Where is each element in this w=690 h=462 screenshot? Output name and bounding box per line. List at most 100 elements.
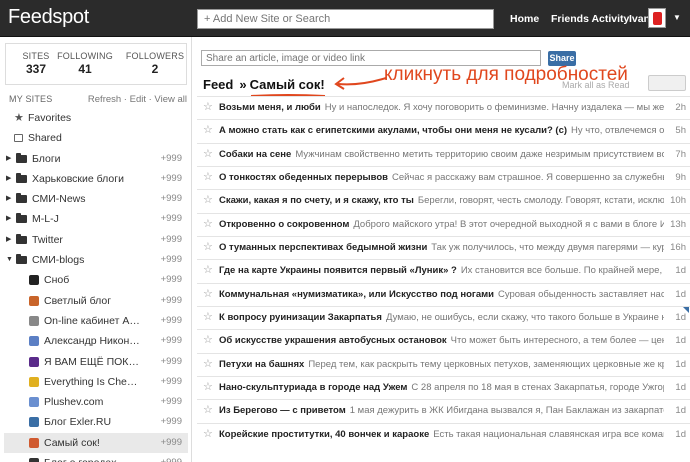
feed-item-title[interactable]: Коммунальная «нумизматика», или Искусств… [219,289,494,300]
favorite-star-icon[interactable]: ☆ [203,358,213,370]
feed-item-text[interactable]: Петухи на башнях Перед тем, как раскрыть … [219,359,664,371]
feed-settings-gear-icon[interactable] [648,75,686,91]
feed-item-text[interactable]: Из Берегово — с приветом 1 мая дежурить в… [219,405,664,417]
feed-item-title[interactable]: А можно стать как с египетскими акулами,… [219,125,567,136]
favorite-star-icon[interactable]: ☆ [203,288,213,300]
favorite-star-icon[interactable]: ☆ [203,382,213,393]
folder-collapsed-arrow-icon[interactable]: ▶ [6,189,11,209]
feed-item-text[interactable]: А можно стать как с египетскими акулами,… [219,125,664,137]
nav-friends-activity-link[interactable]: Friends Activity [551,13,629,25]
feed-item-row[interactable]: ☆ Об искусстве украшения автобусных остан… [197,329,690,352]
favorite-star-icon[interactable]: ☆ [203,405,213,416]
sidebar-item[interactable]: Plushev.com +999 [4,392,188,412]
favorite-star-icon[interactable]: ☆ [203,312,213,323]
nav-home-link[interactable]: Home [510,13,539,25]
my-sites-actions[interactable]: Refresh · Edit · View all [88,94,187,105]
feed-item-title[interactable]: О туманных перспективах бедымной жизни [219,242,427,253]
feed-item-title[interactable]: Где на карте Украины появится первый «Лу… [219,265,457,276]
folder-collapsed-arrow-icon[interactable]: ▶ [6,230,11,250]
favorite-star-icon[interactable]: ☆ [203,242,213,253]
feed-item-text[interactable]: Коммунальная «нумизматика», или Искусств… [219,289,664,301]
feed-item-row[interactable]: ☆ Возьми меня, и люби Ну и напоследок. Я х… [197,96,690,119]
feed-item-title[interactable]: К вопросу руинизации Закарпатья [219,312,382,323]
feed-item-row[interactable]: ☆ Коммунальная «нумизматика», или Искусст… [197,282,690,306]
stat-followers[interactable]: FOLLOWERS 2 [122,51,188,76]
favorite-star-icon[interactable]: ☆ [203,265,213,276]
sidebar-item[interactable]: Everything Is Chemical +999 [4,372,188,392]
favorite-star-icon[interactable]: ☆ [203,218,213,230]
folder-collapsed-arrow-icon[interactable]: ▶ [6,149,11,169]
feed-item-row[interactable]: ☆ Где на карте Украины появится первый «Л… [197,259,690,282]
feed-item-row[interactable]: ☆ О тонкостях обеденных перерывов Сейчас я… [197,166,690,189]
folder-collapsed-arrow-icon[interactable]: ▶ [6,169,11,189]
feed-item-text[interactable]: Собаки на сене Мужчинам свойственно метит… [219,149,664,161]
feed-item-title[interactable]: Об искусстве украшения автобусных остано… [219,335,447,346]
feed-item-title[interactable]: Собаки на сене [219,149,291,160]
feed-item-title[interactable]: Петухи на башнях [219,359,304,370]
folder-collapsed-arrow-icon[interactable]: ▶ [6,209,11,229]
feed-item-row[interactable]: ☆ К вопросу руинизации Закарпатья Думаю, н… [197,306,690,329]
nav-user-name[interactable]: Ivan [629,13,650,25]
sidebar-item-unread-count: +999 [160,213,182,225]
favorite-star-icon[interactable]: ☆ [203,195,213,206]
sidebar-item[interactable]: ▶ Харьковские блоги +999 [4,169,188,189]
sidebar-item[interactable]: Светлый блог +999 [4,291,188,311]
favorite-star-icon[interactable]: ☆ [203,335,213,346]
feedspot-logo[interactable]: Feedspot [8,6,89,29]
sidebar-item[interactable]: ▶ СМИ-News +999 [4,189,188,209]
feed-item-text[interactable]: Скажи, какая я по счету, и я скажу, кто … [219,195,664,207]
sidebar-item[interactable]: Самый сок! +999 [4,432,188,454]
feed-item-row[interactable]: ☆ А можно стать как с египетскими акулами… [197,119,690,142]
sidebar-item[interactable]: Блог Exler.RU +999 [4,412,188,432]
feed-item-text[interactable]: Возьми меня, и люби Ну и напоследок. Я хо… [219,102,664,114]
feed-item-text[interactable]: О туманных перспективах бедымной жизни Та… [219,242,664,254]
favorite-star-icon[interactable]: ☆ [203,102,213,113]
feed-item-title[interactable]: Скажи, какая я по счету, и я скажу, кто … [219,195,414,206]
feed-item-text[interactable]: К вопросу руинизации Закарпатья Думаю, не… [219,312,664,324]
add-site-search-input[interactable] [197,9,494,29]
feed-item-age: 5h [675,125,686,137]
feed-item-row[interactable]: ☆ О туманных перспективах бедымной жизни Т… [197,236,690,259]
sidebar-item[interactable]: ▶ Блоги +999 [4,149,188,169]
favorite-star-icon[interactable]: ☆ [203,172,213,183]
feed-item-title[interactable]: Откровенно о сокровенном [219,219,349,230]
user-avatar[interactable] [648,8,666,28]
feed-item-age: 1d [675,382,686,394]
sidebar-item[interactable]: On-line кабинет Але... +999 [4,311,188,331]
folder-expanded-arrow-icon[interactable]: ▼ [6,250,13,270]
feed-item-row[interactable]: ☆ Из Берегово — с приветом 1 мая дежурить … [197,399,690,422]
sidebar-item[interactable]: ▼ СМИ-blogs +999 [4,250,188,270]
favorite-star-icon[interactable]: ☆ [203,125,213,136]
feed-item-text[interactable]: Где на карте Украины появится первый «Лу… [219,265,664,277]
user-menu-caret-icon[interactable]: ▼ [673,13,681,22]
feed-item-text[interactable]: Корейские проститутки, 40 вончек и карао… [219,429,664,441]
feed-item-text[interactable]: О тонкостях обеденных перерывов Сейчас я … [219,172,664,184]
feed-title-name[interactable]: Самый сок! [250,77,325,92]
feed-item-row[interactable]: ☆ Нано-скульптуриада в городе над Ужем С 2… [197,376,690,399]
feed-item-row[interactable]: ☆ Откровенно о сокровенном Доброго майског… [197,212,690,236]
feed-item-text[interactable]: Нано-скульптуриада в городе над Ужем С 28… [219,382,664,394]
feed-item-title[interactable]: Нано-скульптуриада в городе над Ужем [219,382,407,393]
feed-item-row[interactable]: ☆ Петухи на башнях Перед тем, как раскрыть… [197,352,690,376]
sidebar-item[interactable]: ★ Favorites [4,108,188,128]
sidebar-item[interactable]: ▶ Twitter +999 [4,230,188,250]
feed-item-row[interactable]: ☆ Скажи, какая я по счету, и я скажу, кто… [197,189,690,212]
feed-item-row[interactable]: ☆ Корейские проститутки, 40 вончек и кара… [197,422,690,446]
sidebar-item[interactable]: Shared [4,128,188,148]
sidebar-item[interactable]: Я ВАМ ЕЩЁ ПОКАЖ... +999 [4,352,188,372]
feed-item-title[interactable]: Корейские проститутки, 40 вончек и карао… [219,429,429,440]
feed-item-title[interactable]: О тонкостях обеденных перерывов [219,172,388,183]
sidebar-item[interactable]: ▶ M-L-J +999 [4,209,188,229]
feed-title-separator: » [239,77,247,92]
feed-item-row[interactable]: ☆ Собаки на сене Мужчинам свойственно мети… [197,142,690,166]
feed-item-title[interactable]: Из Берегово — с приветом [219,405,346,416]
feed-item-text[interactable]: Откровенно о сокровенном Доброго майского… [219,219,664,231]
favorite-star-icon[interactable]: ☆ [203,148,213,160]
feed-item-text[interactable]: Об искусстве украшения автобусных остано… [219,335,664,347]
sidebar-item[interactable]: Блог о городах +999 [4,453,188,462]
sidebar-item[interactable]: Сноб +999 [4,270,188,290]
stat-following[interactable]: FOLLOWING 41 [50,51,120,76]
feed-item-title[interactable]: Возьми меня, и люби [219,102,321,113]
sidebar-item[interactable]: Александр Никонов +999 [4,331,188,351]
favorite-star-icon[interactable]: ☆ [203,428,213,440]
